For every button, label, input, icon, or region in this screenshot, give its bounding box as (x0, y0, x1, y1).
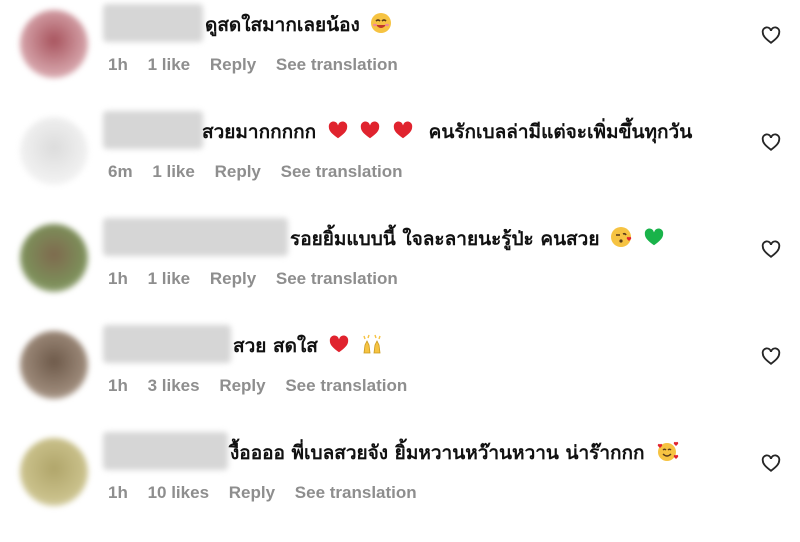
green-heart-icon (643, 226, 665, 253)
timestamp: 6m (108, 162, 133, 181)
comment-text: รอยยิ้มแบบนี้ ใจละลายนะรู้ป่ะ คนสวย (290, 224, 665, 254)
see-translation-button[interactable]: See translation (285, 376, 407, 395)
see-translation-button[interactable]: See translation (295, 483, 417, 502)
avatar[interactable] (20, 10, 88, 78)
red-heart-icon (359, 119, 381, 146)
smiling-face-icon (370, 12, 392, 39)
username-blurred[interactable] (103, 4, 203, 42)
see-translation-button[interactable]: See translation (276, 55, 398, 74)
like-heart-icon[interactable] (760, 345, 782, 367)
see-translation-button[interactable]: See translation (281, 162, 403, 181)
likes-count[interactable]: 3 likes (148, 376, 200, 395)
comment-body: ดูสดใสมากเลยน้อง (205, 14, 360, 36)
comment: ดูสดใสมากเลยน้อง 1h 1 like Reply See tra… (0, 0, 800, 107)
comment-body: งื้ออออ พี่เบลสวยจัง ยิ้มหวานหว๊านหวาน น… (230, 442, 645, 464)
reply-button[interactable]: Reply (229, 483, 275, 502)
reply-button[interactable]: Reply (215, 162, 261, 181)
avatar[interactable] (20, 331, 88, 399)
comment-text: สวย สดใส (233, 331, 383, 361)
avatar[interactable] (20, 224, 88, 292)
comment: สวย สดใส 1h 3 likes Reply See translatio… (0, 321, 800, 428)
reply-button[interactable]: Reply (219, 376, 265, 395)
reply-button[interactable]: Reply (210, 269, 256, 288)
comment: รอยยิ้มแบบนี้ ใจละลายนะรู้ป่ะ คนสวย 1h 1… (0, 214, 800, 321)
comment-meta: 1h 1 like Reply See translation (108, 55, 413, 75)
username-blurred[interactable] (103, 432, 228, 470)
comment-body: สวย สดใส (233, 335, 318, 357)
comment-meta: 6m 1 like Reply See translation (108, 162, 418, 182)
like-heart-icon[interactable] (760, 24, 782, 46)
smiling-face-with-hearts-icon (655, 440, 679, 467)
see-translation-button[interactable]: See translation (276, 269, 398, 288)
timestamp: 1h (108, 376, 128, 395)
timestamp: 1h (108, 55, 128, 74)
comment-text: งื้ออออ พี่เบลสวยจัง ยิ้มหวานหว๊านหวาน น… (230, 438, 679, 468)
timestamp: 1h (108, 269, 128, 288)
comment-meta: 1h 1 like Reply See translation (108, 269, 413, 289)
likes-count[interactable]: 1 like (148, 269, 191, 288)
timestamp: 1h (108, 483, 128, 502)
likes-count[interactable]: 1 like (148, 55, 191, 74)
red-heart-icon (328, 333, 350, 360)
like-heart-icon[interactable] (760, 131, 782, 153)
username-blurred[interactable] (103, 218, 288, 256)
username-blurred[interactable] (103, 111, 203, 149)
comment-body-continued: คนรักเบลล่ามีแต่จะเพิ่มขึ้นทุกวัน (428, 121, 693, 143)
like-heart-icon[interactable] (760, 452, 782, 474)
like-heart-icon[interactable] (760, 238, 782, 260)
kissing-face-icon (610, 226, 632, 253)
red-heart-icon (327, 119, 349, 146)
comment-meta: 1h 10 likes Reply See translation (108, 483, 432, 503)
comment-body: สวยมากกกกก (202, 121, 317, 143)
comment-meta: 1h 3 likes Reply See translation (108, 376, 422, 396)
comment-body: รอยยิ้มแบบนี้ ใจละลายนะรู้ป่ะ คนสวย (290, 228, 600, 250)
red-heart-icon (392, 119, 414, 146)
comment-text: สวยมากกกกก คนรักเบลล่ามีแต่จะเพิ่มขึ้นทุ… (202, 117, 692, 147)
reply-button[interactable]: Reply (210, 55, 256, 74)
comment: งื้ออออ พี่เบลสวยจัง ยิ้มหวานหว๊านหวาน น… (0, 428, 800, 535)
comment-text: ดูสดใสมากเลยน้อง (205, 10, 392, 40)
likes-count[interactable]: 1 like (152, 162, 195, 181)
raising-hands-icon (361, 333, 383, 360)
avatar[interactable] (20, 438, 88, 506)
avatar[interactable] (20, 117, 88, 185)
comment: สวยมากกกกก คนรักเบลล่ามีแต่จะเพิ่มขึ้นทุ… (0, 107, 800, 214)
username-blurred[interactable] (103, 325, 231, 363)
likes-count[interactable]: 10 likes (148, 483, 209, 502)
